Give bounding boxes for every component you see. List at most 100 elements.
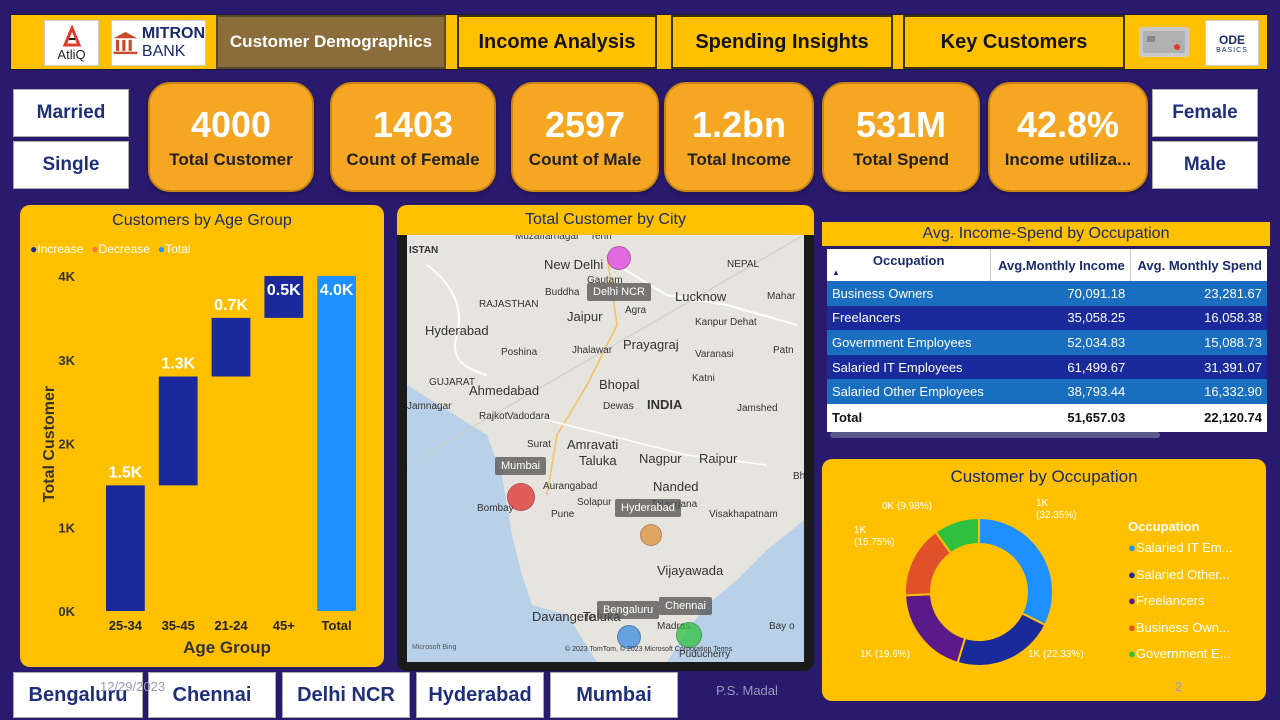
slicer-male[interactable]: Male <box>1152 141 1258 189</box>
bar-value-label: 1.5K <box>109 464 143 481</box>
slicer-single[interactable]: Single <box>13 141 129 189</box>
x-tick-label: 45+ <box>273 618 295 633</box>
slicer-label: Married <box>36 102 106 123</box>
cell-occupation: Government Employees <box>832 334 972 350</box>
donut-data-label: (32.35%) <box>1036 510 1077 521</box>
codebasics-line2: BASICS <box>1216 46 1248 54</box>
table-row[interactable]: Salaried IT Employees 61,499.67 31,391.07 <box>827 354 1267 380</box>
x-tick-label: Total <box>322 618 352 633</box>
y-tick-label: 0K <box>58 604 75 619</box>
bar-value-label: 0.5K <box>267 282 301 299</box>
slicer-female[interactable]: Female <box>1152 89 1258 137</box>
slicer-delhi-ncr[interactable]: Delhi NCR <box>282 672 410 718</box>
slicer-label: Female <box>1172 102 1238 123</box>
donut-legend-item[interactable]: ●Government E... <box>1128 646 1232 673</box>
table-scrollbar[interactable] <box>830 432 1160 438</box>
donut-slice-0 <box>978 516 1054 627</box>
map-place-label: ISTAN <box>409 245 439 256</box>
occupation-donut-panel: Customer by Occupation 1K (32.35%) 1K (22.… <box>822 459 1266 701</box>
tab-income-analysis[interactable]: Income Analysis <box>457 15 657 69</box>
slicer-label: Chennai <box>172 683 252 706</box>
tab-label: Key Customers <box>940 30 1088 53</box>
donut-legend-item[interactable]: ●Business Own... <box>1128 620 1232 647</box>
legend-label: Freelancers <box>1135 593 1205 608</box>
map-bubble-hyderabad[interactable] <box>640 524 662 546</box>
kpi-total-customer: 4000 Total Customer <box>148 82 314 192</box>
map-place-label: Jamshed <box>737 403 778 414</box>
map-bubble-label: Bengaluru <box>597 601 660 619</box>
slicer-chennai[interactable]: Chennai <box>148 672 276 718</box>
slicer-mumbai[interactable]: Mumbai <box>550 672 678 718</box>
map-bubble-delhi-ncr[interactable] <box>607 246 631 270</box>
kpi-label: Total Spend <box>852 150 949 169</box>
slicer-married[interactable]: Married <box>13 89 129 137</box>
slicer-label: Hyderabad <box>428 683 532 706</box>
total-spend: 22,120.74 <box>1204 410 1262 426</box>
table-row[interactable]: Business Owners 70,091.18 23,281.67 <box>827 281 1267 306</box>
tab-spending-insights[interactable]: Spending Insights <box>671 15 893 69</box>
x-tick-label: 25-34 <box>109 618 143 633</box>
donut-legend-item[interactable]: ●Freelancers <box>1128 593 1232 620</box>
map-bubble-chennai[interactable] <box>676 622 702 648</box>
tab-label: Customer Demographics <box>229 32 433 51</box>
map-title: Total Customer by City <box>397 205 814 235</box>
kpi-count-male: 2597 Count of Male <box>511 82 659 192</box>
cell-income: 52,034.83 <box>1067 334 1126 350</box>
map-place-label: Raipur <box>699 451 738 466</box>
map-bubble-mumbai[interactable] <box>507 483 535 511</box>
donut-slice-2 <box>904 593 967 665</box>
map-place-label: INDIA <box>647 397 683 412</box>
map-copyright: © 2023 TomTom, © 2023 Microsoft Corporat… <box>565 646 733 653</box>
map-place-label: Buddha <box>545 287 580 298</box>
map-place-label: Bhuba <box>793 471 804 482</box>
table-row[interactable]: Government Employees 52,034.83 15,088.73 <box>827 330 1267 355</box>
map-terms-link[interactable]: Terms <box>713 646 732 653</box>
donut-legend-item[interactable]: ●Salaried IT Em... <box>1128 540 1232 567</box>
map-place-label: Jhalawar <box>572 345 613 356</box>
table-row[interactable]: Salaried Other Employees 38,793.44 16,332.… <box>827 379 1267 404</box>
mitron-line1: MITRON <box>141 25 205 42</box>
col-occupation[interactable]: Occupation ▲ <box>827 249 992 281</box>
bar-Total <box>317 276 356 611</box>
map-place-label: Hyderabad <box>425 323 489 338</box>
map-place-label: New Delhi <box>544 257 604 272</box>
map-bubble-label: Mumbai <box>495 457 547 475</box>
kpi-label: Income utiliza... <box>1004 150 1132 169</box>
kpi-label: Total Customer <box>169 150 293 169</box>
legend-label: Salaried IT Em... <box>1135 540 1233 555</box>
tab-customer-demographics[interactable]: Customer Demographics <box>216 15 446 69</box>
map-place-label: Surat <box>527 439 551 450</box>
donut-legend: ●Salaried IT Em... ●Salaried Other... ●Fre… <box>1128 540 1232 673</box>
donut-data-label: 0K (9.98%) <box>882 501 932 512</box>
map-canvas[interactable]: ISTAN Muzaffarnagar Tehri New Delhi NEPAL Gau… <box>407 235 804 662</box>
map-place-label: Nagpur <box>639 451 682 466</box>
col-avg-spend[interactable]: Avg. Monthly Spend <box>1130 249 1267 281</box>
map-place-label: Bombay <box>477 503 514 514</box>
atliq-icon <box>62 24 81 46</box>
col-avg-income[interactable]: Avg.Monthly Income <box>990 249 1131 281</box>
cell-spend: 16,332.90 <box>1204 384 1262 400</box>
map-bubble-label: Chennai <box>659 597 712 615</box>
slicer-hyderabad[interactable]: Hyderabad <box>416 672 544 718</box>
legend-label: Business Own... <box>1135 619 1230 635</box>
total-label: Total <box>832 410 863 426</box>
donut-data-label: 1K <box>1036 498 1049 509</box>
legend-dot-icon: ● <box>1128 646 1136 661</box>
bar-value-label: 0.7K <box>214 297 248 314</box>
table-row[interactable]: Freelancers 35,058.25 16,058.38 <box>827 305 1267 331</box>
mitron-line2: BANK <box>141 43 186 60</box>
codebasics-logo: ODE BASICS <box>1205 20 1259 66</box>
donut-legend-item[interactable]: ●Salaried Other... <box>1128 567 1232 594</box>
map-place-label: Jamnagar <box>407 401 452 412</box>
footer-date: 12/29/2023 <box>100 679 166 694</box>
kpi-total-spend: 531M Total Spend <box>822 82 980 192</box>
kpi-value: 1.2bn <box>691 104 787 145</box>
map-place-label: Bay o <box>769 621 795 632</box>
cell-occupation: Business Owners <box>832 285 934 301</box>
legend-dot-icon: ● <box>1128 593 1136 608</box>
map-bubble-label: Delhi NCR <box>587 283 651 301</box>
map-place-label: Amravati <box>567 437 619 452</box>
map-place-label: Patn <box>773 345 794 356</box>
header-bar: AtliQ MITRON BANK Customer Demographics … <box>10 14 1268 70</box>
tab-key-customers[interactable]: Key Customers <box>903 15 1125 69</box>
